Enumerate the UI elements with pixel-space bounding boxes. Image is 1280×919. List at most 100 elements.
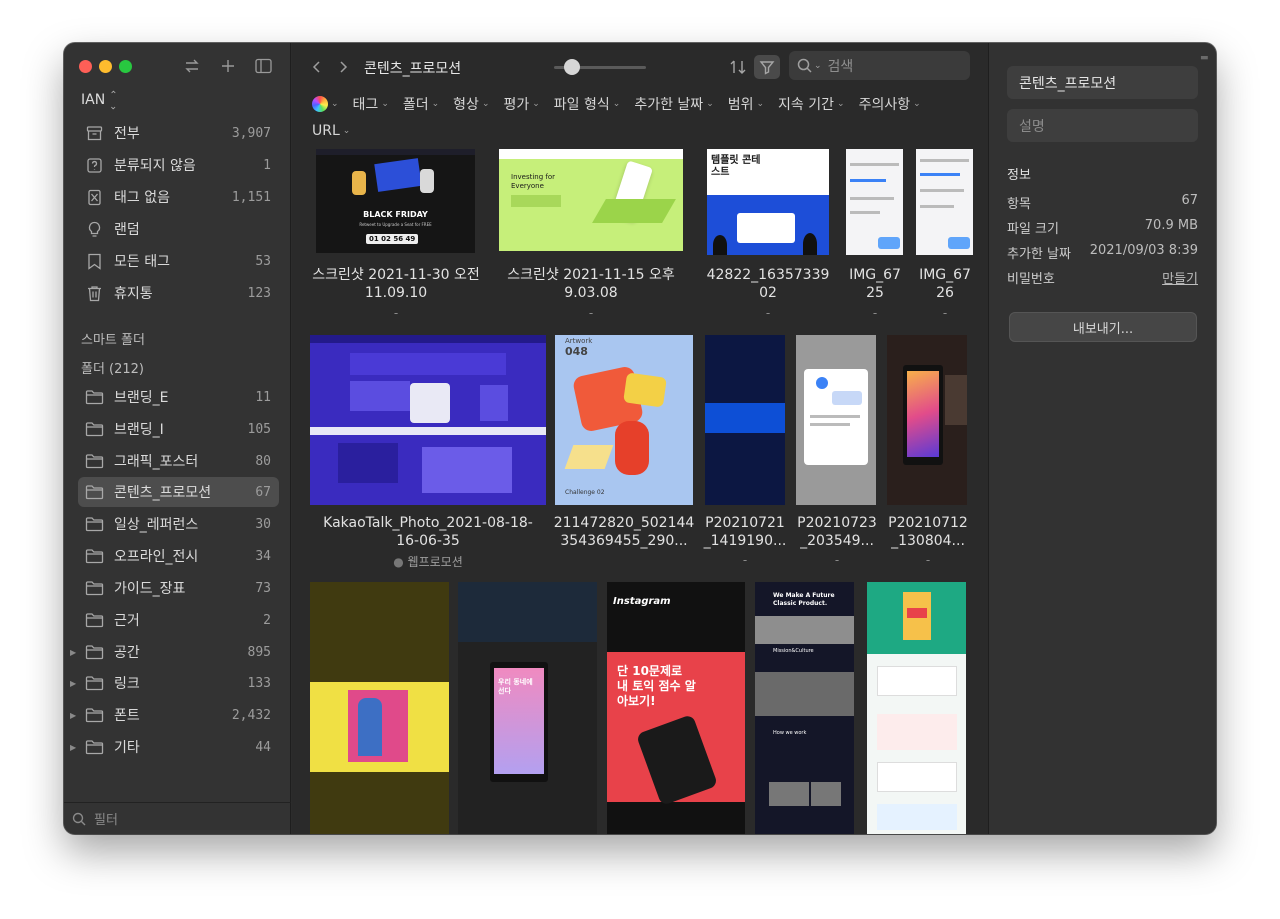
thumbnail-subway-ad-1[interactable]: [310, 582, 449, 834]
folder-item[interactable]: 오프라인_전시 34: [78, 541, 279, 571]
filter-folder[interactable]: 폴더 ⌄: [403, 95, 439, 113]
disclosure-triangle-icon[interactable]: ▶: [70, 648, 78, 657]
thumbnail-future-classic[interactable]: We Make A Future Classic Product. Missio…: [755, 582, 854, 834]
thumbnail-artwork-048[interactable]: Artwork 048 Challenge 02: [555, 335, 693, 505]
folder-icon: [84, 387, 104, 407]
sidebar-item-unsorted[interactable]: 분류되지 않음 1: [78, 150, 279, 180]
item-name[interactable]: KakaoTalk_Photo_2021-08-18- 16-06-35: [306, 514, 550, 550]
color-filter[interactable]: ⌄: [312, 95, 339, 113]
export-button[interactable]: 내보내기...: [1009, 312, 1197, 342]
sidebar-item-trash[interactable]: 휴지통 123: [78, 278, 279, 308]
item-meta: -: [588, 306, 594, 320]
folder-item[interactable]: ▶ 폰트 2,432: [70, 700, 279, 730]
sidebar-item-all[interactable]: 전부 3,907: [78, 118, 279, 148]
thumbnail-black-friday[interactable]: BLACK FRIDAY Retweet to Upgrade a Seat f…: [316, 149, 475, 253]
filter-icon[interactable]: [754, 55, 780, 79]
item-name[interactable]: P20210712 _130804...: [882, 514, 974, 550]
disclosure-triangle-icon[interactable]: ▶: [70, 711, 78, 720]
filter-rating[interactable]: 평가 ⌄: [503, 95, 539, 113]
search-field[interactable]: ⌄ 검색: [789, 51, 970, 80]
thumbnail-img-6725[interactable]: [846, 149, 903, 255]
sidebar-toggle-icon[interactable]: [252, 55, 274, 77]
filter-tag[interactable]: 태그 ⌄: [353, 95, 389, 113]
item-name[interactable]: P20210721 _1419190...: [699, 514, 791, 550]
folder-item[interactable]: 브랜딩_I 105: [78, 414, 279, 444]
folders-header[interactable]: 폴더 (212): [81, 358, 144, 377]
zoom-slider-knob[interactable]: [564, 59, 580, 75]
sidebar-item-label: 모든 태그: [114, 254, 170, 270]
thumbnail-p20210721[interactable]: [705, 335, 785, 505]
description-field[interactable]: 설명: [1007, 109, 1198, 142]
folder-item[interactable]: 그래픽_포스터 80: [78, 446, 279, 476]
item-name[interactable]: 42822_16357339 02: [702, 266, 834, 302]
folder-icon: [84, 705, 104, 725]
inspector-panel: ▬ 콘텐츠_프로모션 설명 정보 항목 67 파일 크기 70.9 MB 추가한 날…: [988, 43, 1216, 834]
chevron-down-icon: ⌄: [342, 126, 351, 136]
folder-item[interactable]: ▶ 공간 895: [70, 637, 279, 667]
filter-date-added[interactable]: 추가한 날짜 ⌄: [634, 95, 713, 113]
minimize-window-button[interactable]: [99, 60, 112, 73]
sort-icon[interactable]: [725, 55, 751, 79]
info-row-password: 비밀번호 만들기: [1007, 268, 1198, 287]
close-window-button[interactable]: [79, 60, 92, 73]
search-input[interactable]: 검색: [828, 56, 854, 76]
folder-item[interactable]: ▶ 링크 133: [70, 668, 279, 698]
pin-icon[interactable]: ▬: [1200, 53, 1209, 63]
item-name[interactable]: 211472820_502144 354369455_290...: [550, 514, 698, 550]
sidebar-item-no-tag[interactable]: 태그 없음 1,151: [78, 182, 279, 212]
library-selector[interactable]: IAN ⌃ ⌃: [81, 91, 118, 111]
thumbnail-instagram-quiz[interactable]: Instagram 단 10문제로 내 토익 점수 알아보기!: [607, 582, 745, 834]
folder-icon: [84, 514, 104, 534]
disclosure-triangle-icon[interactable]: ▶: [70, 679, 78, 688]
item-name[interactable]: IMG_67 26: [908, 266, 982, 302]
info-row-date: 추가한 날짜 2021/09/03 8:39: [1007, 243, 1198, 262]
folder-item-selected[interactable]: 콘텐츠_프로모션 67: [78, 477, 279, 507]
item-name[interactable]: P20210723 _203549...: [791, 514, 883, 550]
filter-url[interactable]: URL ⌄: [312, 122, 350, 140]
sync-icon[interactable]: [181, 55, 203, 77]
thumbnail-p20210712[interactable]: [887, 335, 967, 505]
color-wheel-icon: [312, 96, 328, 112]
thumbnail-p20210723[interactable]: [796, 335, 876, 505]
folder-item[interactable]: 근거 2: [78, 605, 279, 635]
thumbnail-subway-ad-2[interactable]: 우리 동네에 선다: [458, 582, 597, 834]
filter-duration[interactable]: 지속 기간 ⌄: [778, 95, 845, 113]
sidebar-filter[interactable]: 필터: [64, 802, 291, 834]
thumbnail-landing-page[interactable]: [867, 582, 966, 834]
forward-icon[interactable]: [333, 57, 353, 77]
add-icon[interactable]: [217, 55, 239, 77]
folder-item[interactable]: ▶ 기타 44: [70, 732, 279, 762]
filter-label: 평가: [503, 97, 530, 113]
folder-item[interactable]: 일상_레퍼런스 30: [78, 509, 279, 539]
sidebar-item-all-tags[interactable]: 모든 태그 53: [78, 246, 279, 276]
folder-item[interactable]: 브랜딩_E 11: [78, 382, 279, 412]
folder-label: 기타: [114, 740, 140, 756]
item-name[interactable]: IMG_67 25: [838, 266, 912, 302]
zoom-window-button[interactable]: [119, 60, 132, 73]
thumbnail-template-contest[interactable]: 템플릿 콘테스트: [707, 149, 829, 255]
filter-shape[interactable]: 형상 ⌄: [453, 95, 489, 113]
back-icon[interactable]: [307, 57, 327, 77]
sidebar-item-label: 태그 없음: [114, 190, 170, 206]
folder-count: 105: [247, 421, 271, 437]
disclosure-triangle-icon[interactable]: ▶: [70, 743, 78, 752]
create-password-link[interactable]: 만들기: [1162, 268, 1198, 287]
item-tag[interactable]: ● 웹프로모션: [306, 553, 550, 570]
thumbnail-kakaotalk[interactable]: [310, 335, 546, 505]
chevron-down-icon[interactable]: ⌄: [814, 61, 822, 71]
thumb-label: 단 10문제로 내 토익 점수 알아보기!: [617, 664, 696, 708]
item-name-line: P20210712: [888, 515, 968, 531]
filter-input[interactable]: 필터: [94, 809, 118, 828]
folder-name-field[interactable]: 콘텐츠_프로모션: [1007, 66, 1198, 99]
filter-notes[interactable]: 주의사항 ⌄: [859, 95, 921, 113]
thumbnail-img-6726[interactable]: [916, 149, 973, 255]
filter-range[interactable]: 범위 ⌄: [728, 95, 764, 113]
folder-item[interactable]: 가이드_장표 73: [78, 573, 279, 603]
filter-file-type[interactable]: 파일 형식 ⌄: [554, 95, 621, 113]
sidebar-item-random[interactable]: 랜덤: [78, 214, 279, 244]
sidebar-item-count: 3,907: [231, 125, 271, 141]
thumbnail-investing[interactable]: Investing for Everyone: [499, 149, 683, 251]
item-name[interactable]: 스크린샷 2021-11-30 오전 11.09.10: [302, 266, 490, 302]
smart-folders-header[interactable]: 스마트 폴더: [81, 329, 145, 348]
item-name[interactable]: 스크린샷 2021-11-15 오후 9.03.08: [496, 266, 686, 302]
